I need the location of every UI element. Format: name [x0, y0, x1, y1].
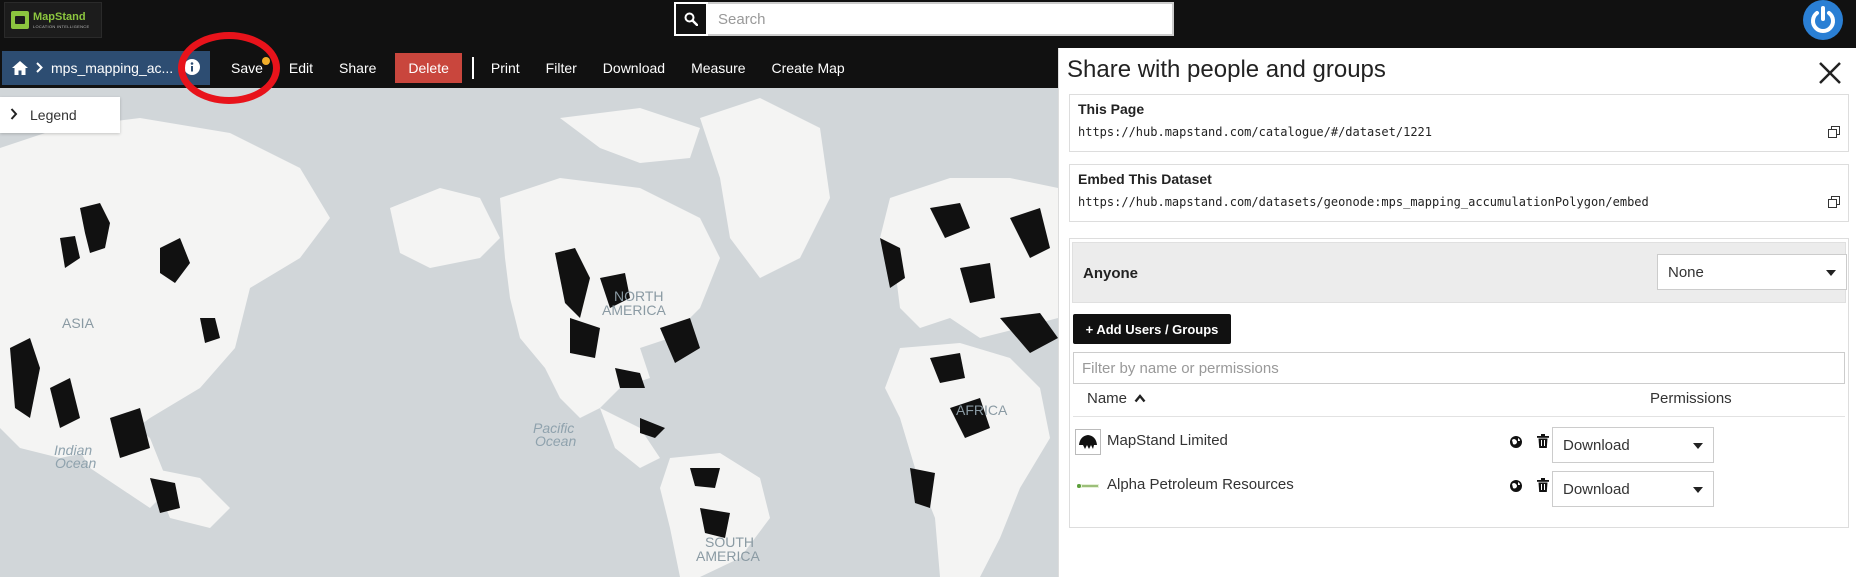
caret-down-icon	[1826, 270, 1836, 276]
map-viewport[interactable]: Legend ASIA NORTH AMERICA Pacific Ocean …	[0, 88, 1058, 577]
measure-button[interactable]: Measure	[678, 53, 758, 83]
embed-label: Embed This Dataset	[1078, 171, 1212, 187]
map-label-africa: AFRICA	[956, 402, 1008, 418]
map-label-pacific-2: Ocean	[535, 433, 577, 449]
permissions-column-header: Permissions	[1650, 390, 1732, 407]
table-row: Alpha Petroleum Resources Download	[1073, 463, 1845, 507]
table-row: MapStand Limited Download	[1073, 419, 1845, 463]
dataset-title[interactable]: mps_mapping_ac...	[51, 60, 184, 76]
toolbar-divider	[471, 57, 474, 79]
panel-title: Share with people and groups	[1067, 56, 1386, 83]
this-page-label: This Page	[1078, 101, 1145, 117]
permissions-filter-input[interactable]	[1073, 352, 1845, 384]
this-page-box: This Page https://hub.mapstand.com/catal…	[1069, 94, 1849, 152]
add-users-groups-button[interactable]: + Add Users / Groups	[1073, 314, 1231, 344]
search-icon	[684, 12, 698, 26]
search-bar	[674, 2, 1174, 36]
unsaved-indicator	[261, 57, 270, 65]
power-icon	[1806, 3, 1840, 37]
sort-ascending-icon	[1134, 394, 1146, 403]
anyone-row: Anyone None	[1072, 242, 1847, 303]
permissions-section: Anyone None + Add Users / Groups Name Pe…	[1069, 238, 1849, 528]
top-bar: MapStand LOCATION INTELLIGENCE	[0, 0, 1856, 48]
trash-icon[interactable]	[1537, 478, 1549, 492]
map-label-north-america-2: AMERICA	[602, 302, 666, 318]
logo-tagline: LOCATION INTELLIGENCE	[33, 23, 90, 29]
row-name: MapStand Limited	[1107, 432, 1228, 449]
world-basemap	[0, 88, 1058, 577]
logo-mark-icon	[11, 11, 29, 29]
anyone-permission-select[interactable]: None	[1657, 254, 1847, 290]
trash-icon[interactable]	[1537, 434, 1549, 448]
close-icon[interactable]	[1815, 58, 1845, 88]
caret-down-icon	[1693, 443, 1703, 449]
user-menu-button[interactable]	[1803, 0, 1843, 40]
legend-label: Legend	[30, 107, 77, 123]
chevron-right-icon	[36, 60, 43, 76]
row-permission-value: Download	[1563, 436, 1630, 454]
breadcrumb: mps_mapping_ac...	[2, 51, 210, 85]
embed-url[interactable]: https://hub.mapstand.com/datasets/geonod…	[1078, 195, 1840, 209]
this-page-url[interactable]: https://hub.mapstand.com/catalogue/#/dat…	[1078, 125, 1840, 139]
dataset-toolbar: mps_mapping_ac... Save Edit Share Delete…	[0, 48, 1058, 88]
row-name: Alpha Petroleum Resources	[1107, 476, 1294, 493]
alpha-petroleum-logo	[1077, 484, 1099, 488]
name-column-header[interactable]: Name	[1087, 390, 1146, 407]
caret-down-icon	[1693, 487, 1703, 493]
mapstand-logo[interactable]: MapStand LOCATION INTELLIGENCE	[4, 2, 102, 38]
share-panel: Share with people and groups This Page h…	[1058, 48, 1856, 577]
globe-icon[interactable]	[1509, 479, 1523, 493]
search-button[interactable]	[674, 2, 708, 36]
create-map-button[interactable]: Create Map	[759, 53, 858, 83]
download-button[interactable]: Download	[590, 53, 678, 83]
edit-button[interactable]: Edit	[276, 53, 326, 83]
row-permission-select[interactable]: Download	[1552, 427, 1714, 463]
map-label-south-america-2: AMERICA	[696, 548, 760, 564]
row-permission-value: Download	[1563, 480, 1630, 498]
mapstand-limited-logo	[1075, 429, 1101, 455]
share-button[interactable]: Share	[326, 53, 389, 83]
delete-button[interactable]: Delete	[395, 53, 462, 83]
search-input[interactable]	[708, 2, 1174, 36]
logo-name: MapStand	[33, 10, 86, 23]
print-button[interactable]: Print	[478, 53, 533, 83]
copy-icon[interactable]	[1828, 126, 1840, 138]
row-permission-select[interactable]: Download	[1552, 471, 1714, 507]
copy-icon[interactable]	[1828, 196, 1840, 208]
info-icon[interactable]	[184, 58, 200, 78]
legend-toggle[interactable]: Legend	[0, 97, 120, 133]
anyone-label: Anyone	[1083, 265, 1139, 282]
globe-icon[interactable]	[1509, 435, 1523, 449]
name-column-label: Name	[1087, 390, 1128, 407]
home-icon[interactable]	[12, 61, 28, 75]
map-label-asia: ASIA	[62, 315, 94, 331]
header-divider	[1073, 416, 1845, 417]
chevron-right-icon	[10, 107, 18, 123]
anyone-permission-value: None	[1668, 263, 1704, 281]
embed-box: Embed This Dataset https://hub.mapstand.…	[1069, 164, 1849, 222]
map-label-indian-2: Ocean	[55, 455, 97, 471]
filter-button[interactable]: Filter	[533, 53, 590, 83]
